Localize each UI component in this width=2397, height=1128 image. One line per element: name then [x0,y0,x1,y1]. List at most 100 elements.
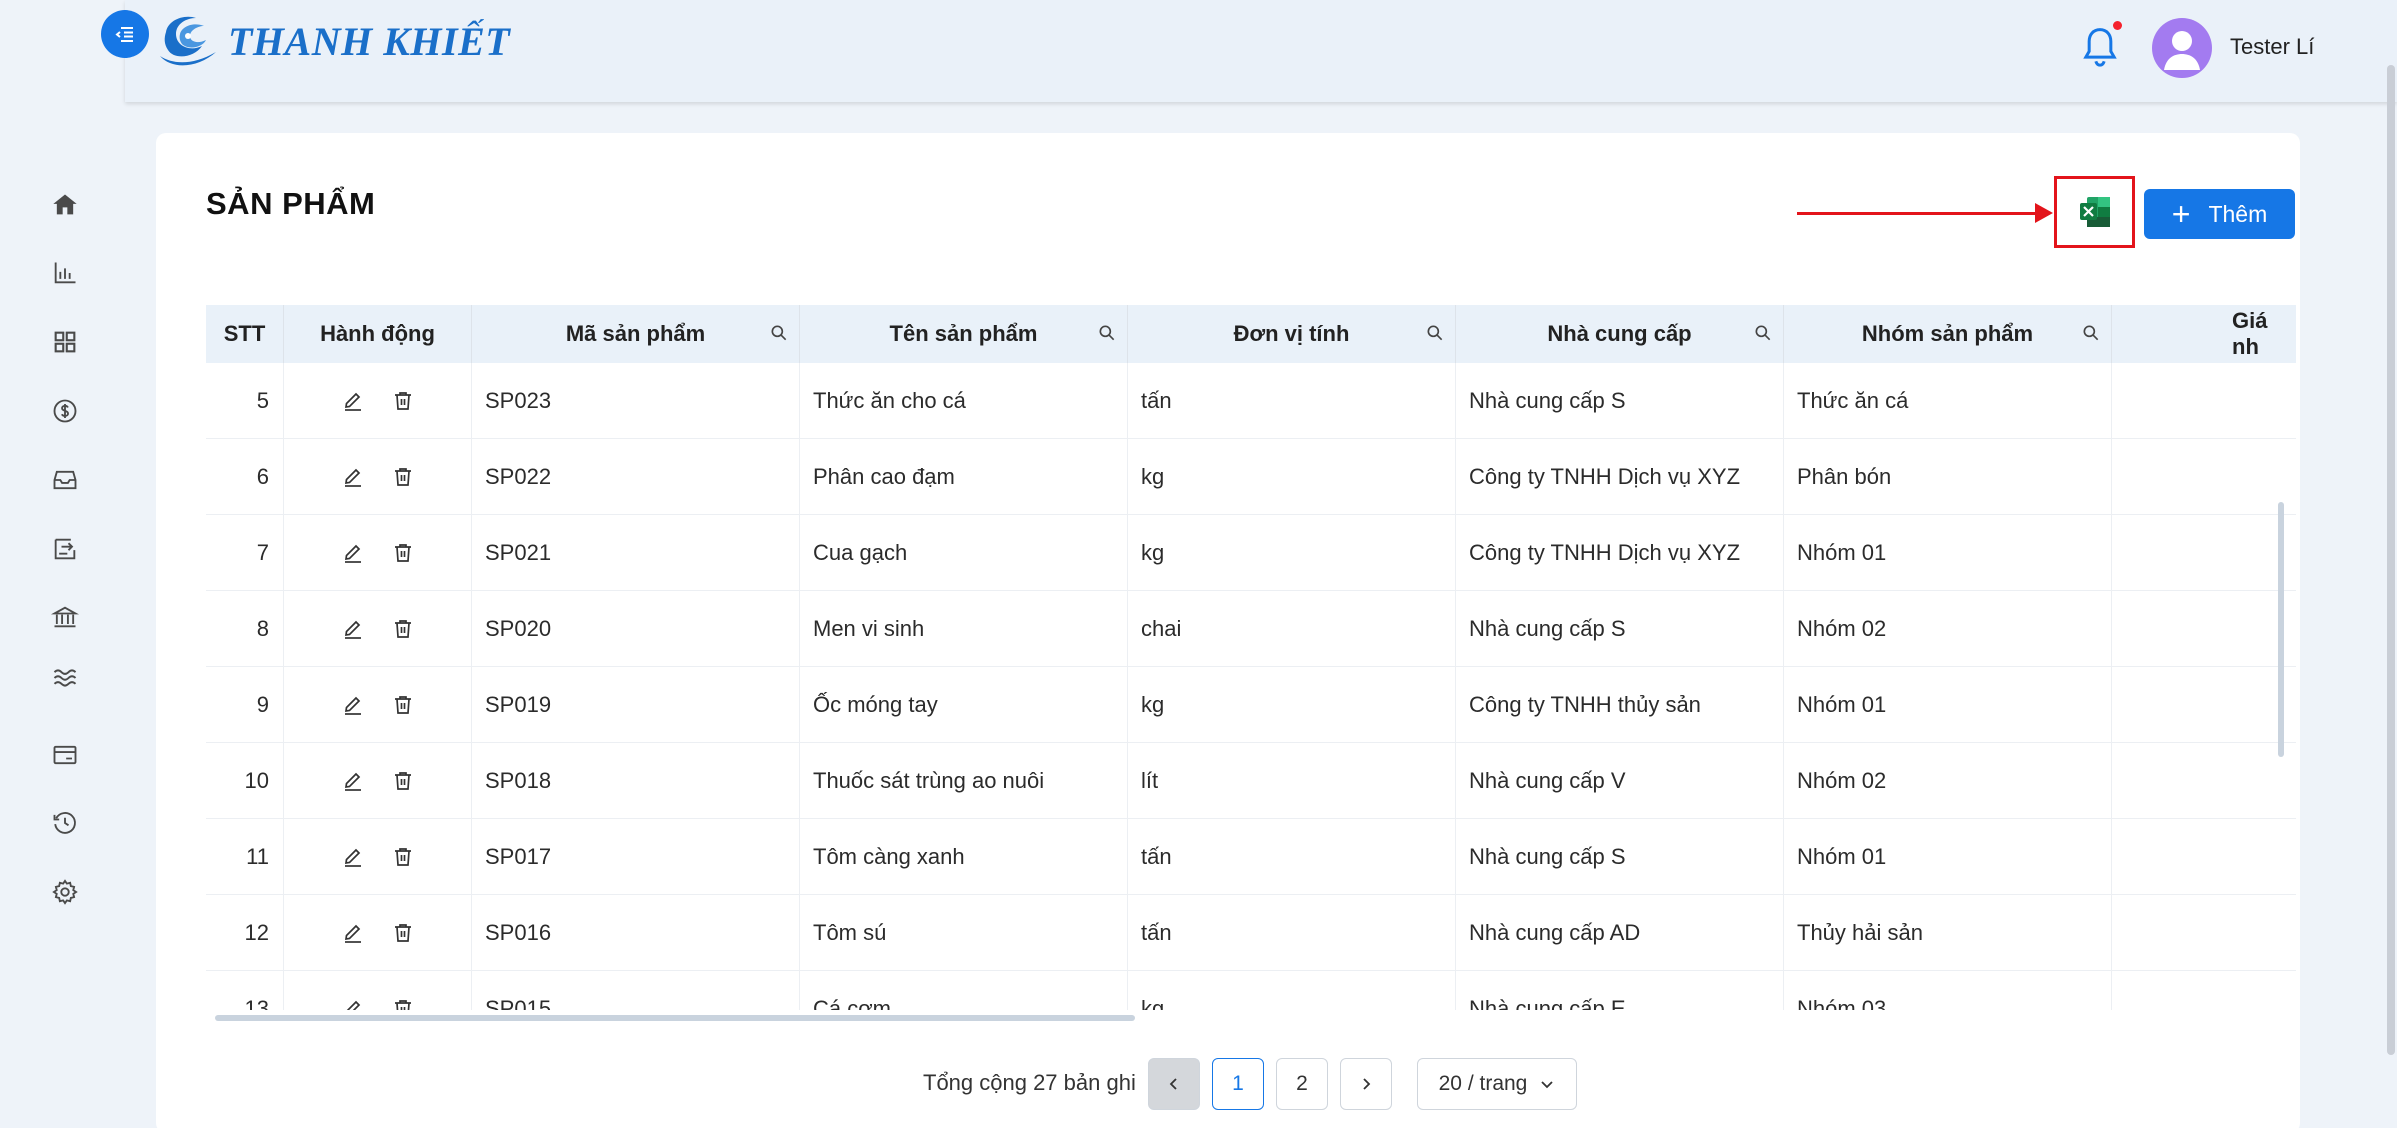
history-icon[interactable] [48,806,82,840]
edit-icon[interactable] [341,465,365,489]
cell-unit: tấn [1128,895,1456,971]
cell-group: Thức ăn cá [1784,363,2112,439]
page-1-button[interactable]: 1 [1212,1058,1264,1110]
cell-group: Nhóm 03 [1784,971,2112,1010]
edit-icon[interactable] [341,997,365,1010]
bank-icon[interactable] [48,600,82,634]
page-title: SẢN PHẨM [206,186,376,221]
export-icon[interactable] [48,532,82,566]
inbox-icon[interactable] [48,463,82,497]
bar-chart-icon[interactable] [48,256,82,290]
col-unit: Đơn vị tính [1128,305,1456,363]
cell-price [2112,363,2296,439]
cell-unit: kg [1128,667,1456,743]
product-table: STT Hành động Mã sản phẩm Tên sản phẩm Đ… [206,305,2296,1010]
notification-badge [2113,21,2122,30]
user-name[interactable]: Tester Lí [2230,34,2314,60]
settings-icon[interactable] [48,875,82,909]
search-icon[interactable] [1753,323,1773,343]
col-name-label: Tên sản phẩm [889,321,1038,346]
chevron-right-icon [1363,1078,1371,1090]
col-name: Tên sản phẩm [800,305,1128,363]
page-size-select[interactable]: 20 / trang [1417,1058,1577,1110]
cell-price [2112,515,2296,591]
cell-code: SP023 [472,363,800,439]
delete-icon[interactable] [391,465,415,489]
cell-group: Thủy hải sản [1784,895,2112,971]
cell-stt: 5 [206,363,284,439]
col-price: Giá nh [2232,308,2268,359]
card-icon[interactable] [48,738,82,772]
cell-stt: 11 [206,819,284,895]
edit-icon[interactable] [341,617,365,641]
cell-actions [284,515,472,591]
cell-price [2112,439,2296,515]
cell-code: SP015 [472,971,800,1010]
plus-icon: + [2171,196,2191,232]
table-row: 7 SP021 Cua gạch kg Công ty TNHH Dịch vụ XYZ… [206,515,2296,591]
delete-icon[interactable] [391,921,415,945]
avatar[interactable] [2152,18,2212,78]
export-excel-button[interactable] [2054,176,2135,248]
cell-supplier: Công ty TNHH Dịch vụ XYZ [1456,515,1784,591]
waves-icon[interactable] [48,661,82,695]
delete-icon[interactable] [391,997,415,1010]
table-row: 11 SP017 Tôm càng xanh tấn Nhà cung cấp S Nhó… [206,819,2296,895]
page-2-button[interactable]: 2 [1276,1058,1328,1110]
delete-icon[interactable] [391,769,415,793]
search-icon[interactable] [1425,323,1445,343]
delete-icon[interactable] [391,541,415,565]
home-icon[interactable] [48,188,82,222]
cell-stt: 6 [206,439,284,515]
table-row: 8 SP020 Men vi sinh chai Nhà cung cấp S Nhóm … [206,591,2296,667]
search-icon[interactable] [769,323,789,343]
cell-code: SP021 [472,515,800,591]
edit-icon[interactable] [341,921,365,945]
brand-logo[interactable]: THANH KHIẾT [158,12,510,70]
delete-icon[interactable] [391,845,415,869]
cell-group: Nhóm 01 [1784,667,2112,743]
delete-icon[interactable] [391,617,415,641]
edit-icon[interactable] [341,769,365,793]
dollar-icon[interactable] [48,394,82,428]
cell-name: Ốc móng tay [800,667,1128,743]
edit-icon[interactable] [341,845,365,869]
horizontal-scrollbar[interactable] [215,1015,1135,1021]
next-page-button[interactable] [1340,1058,1392,1110]
col-code: Mã sản phẩm [472,305,800,363]
table-row: 12 SP016 Tôm sú tấn Nhà cung cấp AD Thủy hải … [206,895,2296,971]
cell-stt: 9 [206,667,284,743]
cell-name: Thuốc sát trùng ao nuôi [800,743,1128,819]
edit-icon[interactable] [341,389,365,413]
menu-fold-icon [115,27,133,42]
delete-icon[interactable] [391,389,415,413]
add-button[interactable]: + Thêm [2144,189,2295,239]
brand-name: THANH KHIẾT [228,18,511,64]
cell-stt: 8 [206,591,284,667]
cell-supplier: Nhà cung cấp S [1456,591,1784,667]
edit-icon[interactable] [341,693,365,717]
prev-page-button[interactable] [1148,1058,1200,1110]
menu-toggle-button[interactable] [101,10,149,58]
edit-icon[interactable] [341,541,365,565]
col-supplier: Nhà cung cấp [1456,305,1784,363]
cell-code: SP019 [472,667,800,743]
delete-icon[interactable] [391,693,415,717]
search-icon[interactable] [2081,323,2101,343]
cell-supplier: Nhà cung cấp S [1456,819,1784,895]
cell-supplier: Nhà cung cấp E [1456,971,1784,1010]
cell-actions [284,667,472,743]
cell-unit: kg [1128,971,1456,1010]
page-scrollbar[interactable] [2387,65,2395,1055]
cell-price [2112,895,2296,971]
search-icon[interactable] [1097,323,1117,343]
cell-code: SP016 [472,895,800,971]
grid-icon[interactable] [48,325,82,359]
cell-price [2112,667,2296,743]
total-records: Tổng cộng 27 bản ghi [923,1070,1136,1095]
cell-actions [284,819,472,895]
col-group: Nhóm sản phẩm [1784,305,2112,363]
annotation-arrow-line [1797,212,2037,215]
notification-bell-icon[interactable] [2080,24,2120,72]
vertical-scrollbar[interactable] [2278,502,2284,757]
